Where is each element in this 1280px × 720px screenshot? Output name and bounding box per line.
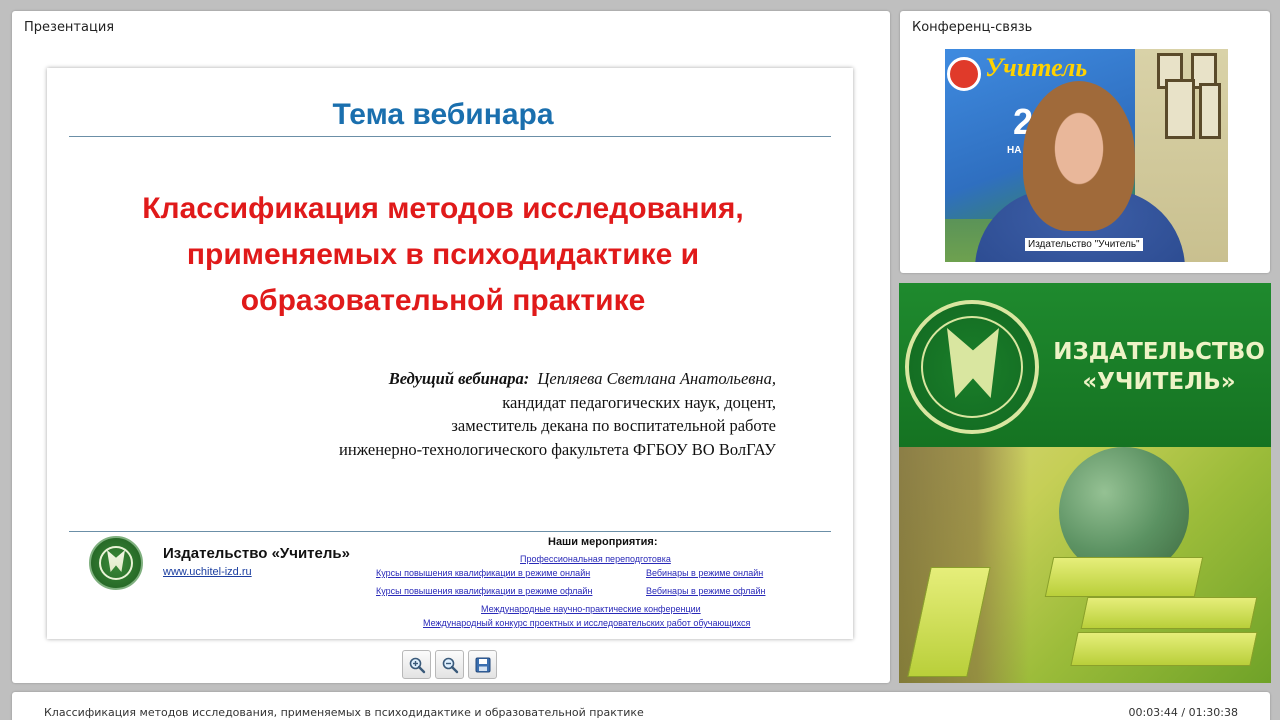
banner-top: ИЗДАТЕЛЬСТВО «УЧИТЕЛЬ» bbox=[899, 283, 1271, 447]
presentation-panel-title: Презентация bbox=[24, 20, 115, 35]
book-image bbox=[1044, 557, 1204, 597]
book-image bbox=[1080, 597, 1258, 629]
events-title: Наши мероприятия: bbox=[548, 536, 658, 548]
banner-text: ИЗДАТЕЛЬСТВО «УЧИТЕЛЬ» bbox=[1049, 337, 1269, 397]
publisher-logo bbox=[89, 536, 143, 590]
video-feed[interactable]: Учитель 25 НА КН Издательство "Учитель" bbox=[945, 49, 1228, 262]
zoom-in-icon bbox=[409, 657, 425, 673]
event-link-retraining[interactable]: Профессиональная переподготовка bbox=[520, 554, 671, 564]
event-link-conferences[interactable]: Международные научно-практические конфер… bbox=[481, 604, 701, 614]
zoom-out-icon bbox=[442, 657, 458, 673]
wall-frame bbox=[1165, 79, 1195, 139]
webinar-title: Классификация методов исследования, прим… bbox=[44, 706, 644, 719]
zoom-in-button[interactable] bbox=[402, 650, 431, 679]
presenter-name: Цепляева Светлана Анатольевна, bbox=[537, 369, 776, 388]
slide-title-line-3: образовательной практике bbox=[240, 284, 646, 317]
publisher-name: Издательство «Учитель» bbox=[163, 545, 350, 562]
save-button[interactable] bbox=[468, 650, 497, 679]
banner-line-2: «УЧИТЕЛЬ» bbox=[1082, 369, 1236, 395]
slide-heading: Тема вебинара bbox=[332, 98, 554, 131]
slide-divider-bottom bbox=[69, 531, 831, 532]
conference-panel-title: Конференц-связь bbox=[912, 20, 1033, 35]
slide-title: Классификация методов исследования, прим… bbox=[47, 186, 839, 324]
video-person-head bbox=[1023, 81, 1135, 231]
presentation-slide: Тема вебинара Классификация методов иссл… bbox=[47, 68, 853, 639]
presenter-degree: кандидат педагогических наук, доцент, bbox=[502, 392, 776, 412]
playback-time: 00:03:44 / 01:30:38 bbox=[1128, 706, 1238, 719]
presentation-panel: Презентация Тема вебинара Классификация … bbox=[12, 11, 890, 683]
presenter-info: Ведущий вебинара: Цепляева Светлана Анат… bbox=[339, 367, 776, 461]
publisher-banner: ИЗДАТЕЛЬСТВО «УЧИТЕЛЬ» bbox=[899, 283, 1271, 683]
event-link-webinars-online[interactable]: Вебинары в режиме онлайн bbox=[646, 568, 763, 578]
save-icon bbox=[475, 657, 490, 672]
conference-panel: Конференц-связь Учитель 25 НА КН Издател… bbox=[900, 11, 1270, 273]
presenter-label: Ведущий вебинара bbox=[388, 369, 524, 388]
publisher-link[interactable]: www.uchitel-izd.ru bbox=[163, 566, 252, 578]
banner-books-image bbox=[899, 447, 1271, 683]
event-link-webinars-offline[interactable]: Вебинары в режиме офлайн bbox=[646, 586, 765, 596]
bottom-info-bar: Классификация методов исследования, прим… bbox=[12, 692, 1270, 720]
banner-line-1: ИЗДАТЕЛЬСТВО bbox=[1053, 339, 1265, 365]
banner-logo-icon bbox=[905, 300, 1039, 434]
video-participant-label: Издательство "Учитель" bbox=[1025, 238, 1143, 251]
event-link-courses-offline[interactable]: Курсы повышения квалификации в режиме оф… bbox=[376, 586, 592, 596]
zoom-out-button[interactable] bbox=[435, 650, 464, 679]
event-link-courses-online[interactable]: Курсы повышения квалификации в режиме он… bbox=[376, 568, 590, 578]
event-link-contest[interactable]: Международный конкурс проектных и исслед… bbox=[423, 618, 750, 628]
slide-divider-top bbox=[69, 136, 831, 137]
book-image bbox=[1070, 632, 1258, 666]
video-backdrop-logo-text: Учитель bbox=[985, 53, 1088, 82]
slide-title-line-1: Классификация методов исследования, bbox=[142, 192, 744, 225]
wall-frame bbox=[1199, 83, 1221, 139]
slide-title-line-2: применяемых в психодидактике и bbox=[186, 238, 700, 271]
video-backdrop-logo-icon bbox=[947, 57, 981, 91]
presenter-faculty: инженерно-технологического факультета ФГ… bbox=[339, 439, 776, 459]
presenter-position: заместитель декана по воспитательной раб… bbox=[451, 416, 776, 435]
